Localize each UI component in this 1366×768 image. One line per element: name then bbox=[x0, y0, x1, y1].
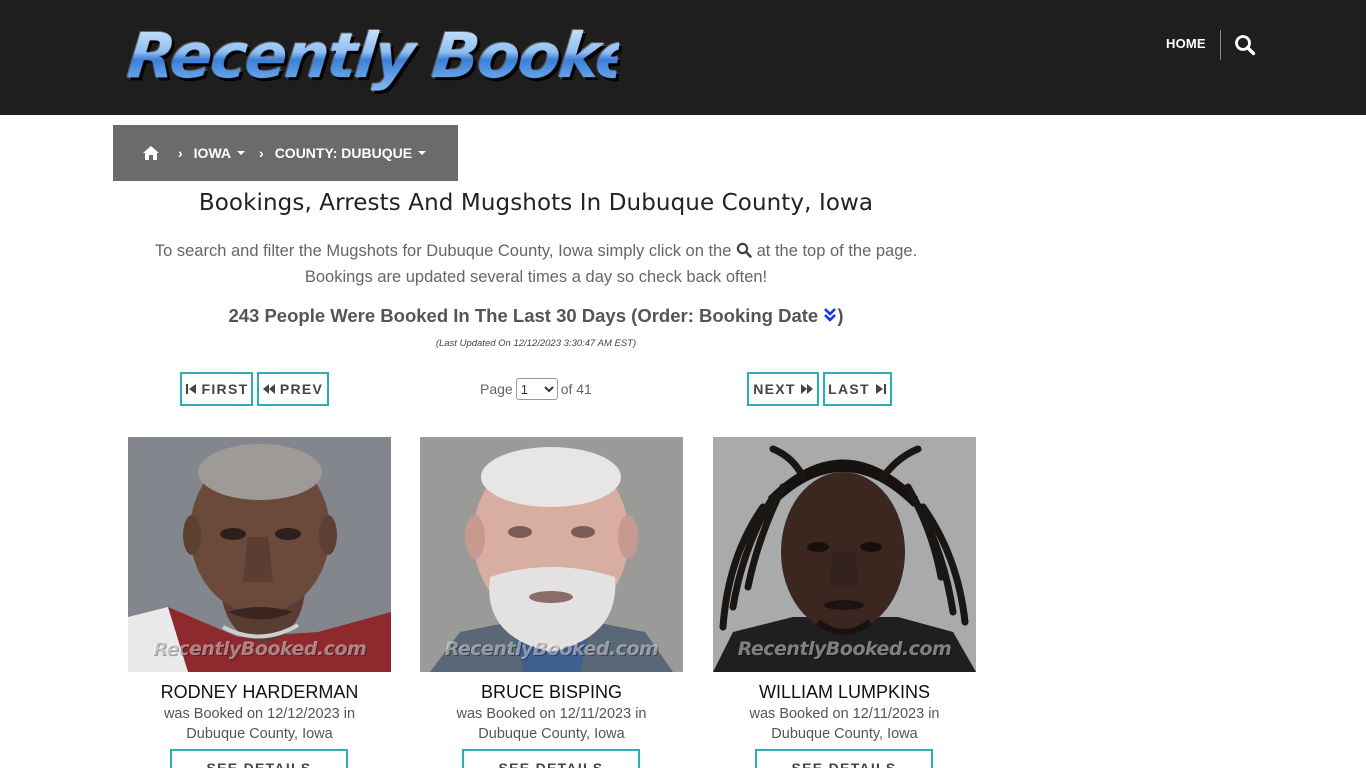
mugshot-photo[interactable]: RecentlyBooked.com bbox=[713, 437, 976, 672]
inmate-name[interactable]: WILLIAM LUMPKINS bbox=[693, 682, 996, 703]
site-logo[interactable]: Recently Booked bbox=[124, 18, 682, 94]
first-page-label: FIRST bbox=[201, 381, 249, 397]
see-details-button[interactable]: SEE DETAILS bbox=[462, 749, 640, 768]
skip-first-icon bbox=[185, 384, 196, 394]
page-selector: Page 1 of 41 bbox=[480, 378, 592, 400]
booking-count-close: ) bbox=[837, 305, 844, 326]
next-page-button[interactable]: NEXT bbox=[747, 372, 819, 406]
page-label: Page bbox=[480, 381, 513, 397]
breadcrumb-county-label: COUNTY: DUBUQUE bbox=[274, 145, 413, 161]
booking-date-text: was Booked on 12/12/2023 in bbox=[163, 706, 356, 722]
search-icon[interactable] bbox=[1234, 34, 1256, 56]
booking-date-text: was Booked on 12/11/2023 in bbox=[456, 706, 647, 722]
page-title: Bookings, Arrests And Mugshots In Dubuqu… bbox=[198, 190, 874, 216]
prev-page-label: PREV bbox=[279, 381, 324, 397]
booking-location-text: Dubuque County, Iowa bbox=[186, 726, 333, 742]
booking-date-text: was Booked on 12/11/2023 in bbox=[749, 706, 940, 722]
rewind-icon bbox=[262, 384, 275, 394]
fast-forward-icon bbox=[800, 384, 813, 394]
last-page-button[interactable]: LAST bbox=[823, 372, 892, 406]
booking-info: was Booked on 12/11/2023 in Dubuque Count… bbox=[693, 704, 996, 744]
booking-count: 243 People Were Booked In The Last 30 Da… bbox=[113, 305, 959, 327]
mugshot-photo[interactable]: RecentlyBooked.com bbox=[420, 437, 683, 672]
search-icon bbox=[736, 240, 752, 258]
booking-count-text: 243 People Were Booked In The Last 30 Da… bbox=[228, 305, 819, 326]
next-page-label: NEXT bbox=[753, 381, 796, 397]
see-details-button[interactable]: SEE DETAILS bbox=[755, 749, 933, 768]
see-details-button[interactable]: SEE DETAILS bbox=[170, 749, 348, 768]
caret-down-icon bbox=[237, 151, 246, 155]
double-chevron-down-icon[interactable] bbox=[823, 306, 837, 322]
booking-info: was Booked on 12/11/2023 in Dubuque Count… bbox=[400, 704, 703, 744]
chevron-right-icon: › bbox=[178, 145, 183, 161]
booking-card: RecentlyBooked.com WILLIAM LUMPKINS was … bbox=[713, 437, 976, 768]
photo-watermark: RecentlyBooked.com bbox=[152, 638, 367, 660]
nav-home-link[interactable]: HOME bbox=[1166, 36, 1206, 51]
home-icon[interactable] bbox=[142, 145, 160, 161]
booking-info: was Booked on 12/12/2023 in Dubuque Count… bbox=[108, 704, 411, 744]
page-total-label: of 41 bbox=[560, 381, 592, 397]
caret-down-icon bbox=[418, 151, 427, 155]
intro-text: To search and filter the Mugshots for Du… bbox=[113, 238, 959, 290]
skip-last-icon bbox=[875, 384, 886, 394]
booking-location-text: Dubuque County, Iowa bbox=[771, 726, 918, 742]
breadcrumb: › IOWA › COUNTY: DUBUQUE bbox=[113, 125, 458, 181]
booking-location-text: Dubuque County, Iowa bbox=[478, 726, 625, 742]
last-page-label: LAST bbox=[828, 381, 870, 397]
photo-watermark: RecentlyBooked.com bbox=[444, 638, 659, 660]
intro-text-line2: Bookings are updated several times a day… bbox=[304, 268, 768, 286]
booking-card: RecentlyBooked.com RODNEY HARDERMAN was … bbox=[128, 437, 391, 768]
booking-card: RecentlyBooked.com BRUCE BISPING was Boo… bbox=[420, 437, 683, 768]
inmate-name[interactable]: RODNEY HARDERMAN bbox=[108, 682, 411, 703]
chevron-right-icon: › bbox=[259, 145, 264, 161]
breadcrumb-state-label: IOWA bbox=[193, 145, 232, 161]
photo-watermark: RecentlyBooked.com bbox=[737, 638, 952, 660]
first-page-button[interactable]: FIRST bbox=[180, 372, 253, 406]
mugshot-photo[interactable]: RecentlyBooked.com bbox=[128, 437, 391, 672]
last-updated: (Last Updated On 12/12/2023 3:30:47 AM E… bbox=[435, 338, 637, 349]
inmate-name[interactable]: BRUCE BISPING bbox=[400, 682, 703, 703]
breadcrumb-state-dropdown[interactable]: IOWA bbox=[193, 145, 246, 161]
page-select[interactable]: 1 bbox=[515, 378, 558, 400]
nav-divider bbox=[1220, 30, 1221, 60]
top-navbar: Recently Booked HOME bbox=[0, 0, 1366, 115]
breadcrumb-county-dropdown[interactable]: COUNTY: DUBUQUE bbox=[274, 145, 427, 161]
intro-text-part2: at the top of the page. bbox=[756, 242, 918, 260]
prev-page-button[interactable]: PREV bbox=[257, 372, 329, 406]
intro-text-part1: To search and filter the Mugshots for Du… bbox=[154, 242, 732, 260]
